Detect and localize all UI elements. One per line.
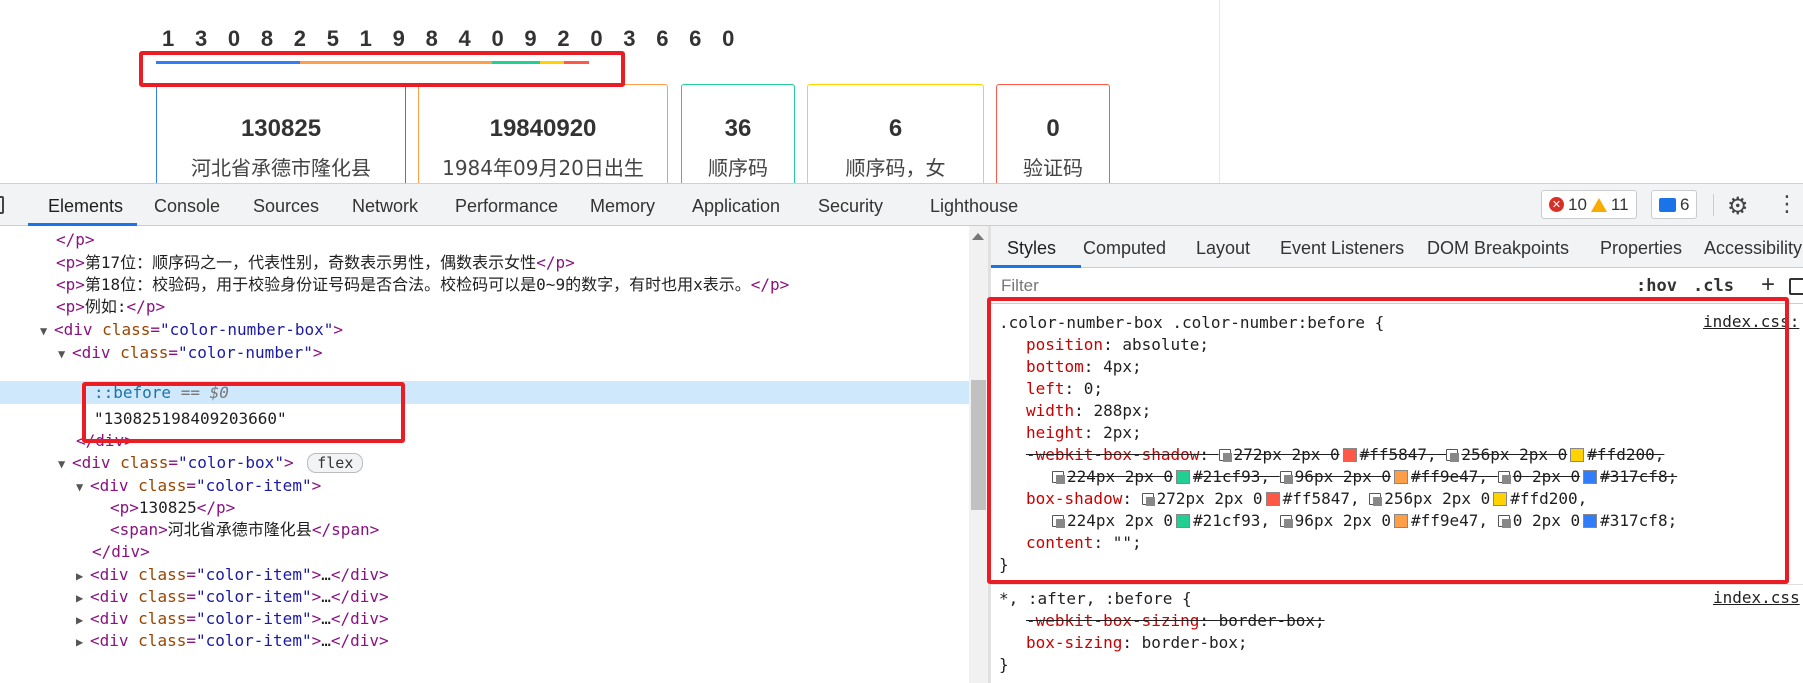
error-count: 10: [1568, 194, 1587, 214]
dom-node-color-item[interactable]: ▶ <div class="color-item">…</div>: [76, 586, 389, 608]
dom-node-color-number-box[interactable]: ▼ <div class="color-number-box">: [40, 319, 343, 341]
subtab-layout[interactable]: Layout: [1196, 238, 1250, 259]
dom-line[interactable]: <p>例如:</p>: [56, 296, 165, 318]
expand-triangle-icon[interactable]: ▶: [76, 631, 90, 653]
styles-subtabs: Styles Computed Layout Event Listeners D…: [991, 226, 1803, 268]
css-selector[interactable]: *, :after, :before {: [999, 588, 1192, 610]
dom-line[interactable]: <p>第17位：顺序码之一，代表性别，奇数表示男性，偶数表示女性</p>: [56, 252, 575, 274]
page-preview: 1 3 0 8 2 5 1 9 8 4 0 9 2 0 3 6 6 0 1308…: [0, 0, 1803, 194]
expand-triangle-icon[interactable]: ▶: [76, 565, 90, 587]
expand-triangle-icon[interactable]: ▼: [58, 453, 72, 475]
dom-node-p[interactable]: <p>130825</p>: [110, 497, 235, 519]
subtab-computed[interactable]: Computed: [1083, 238, 1166, 259]
tab-console[interactable]: Console: [154, 196, 220, 217]
subtab-accessibility[interactable]: Accessibility: [1704, 238, 1802, 259]
color-item-card: 19840920 1984年09月20日出生: [418, 84, 668, 194]
scroll-up-arrow-icon[interactable]: [972, 233, 984, 240]
id-number-digits: 1 3 0 8 2 5 1 9 8 4 0 9 2 0 3 6 6 0: [162, 26, 742, 51]
tab-security[interactable]: Security: [818, 196, 883, 217]
css-source-link[interactable]: index.css: [1713, 588, 1800, 607]
styles-filter-input[interactable]: [999, 273, 1599, 299]
dom-line[interactable]: </div>: [92, 541, 150, 563]
dom-node-span[interactable]: <span>河北省承德市隆化县</span>: [110, 519, 379, 541]
tab-memory[interactable]: Memory: [590, 196, 655, 217]
highlight-box-underline: [139, 51, 625, 87]
card-number: 19840920: [489, 115, 597, 142]
dom-line[interactable]: <p>第18位：校验码，用于校验身份证号码是否合法。校检码可以是0~9的数字，有…: [56, 274, 789, 296]
expand-triangle-icon[interactable]: ▼: [40, 320, 54, 342]
css-rule-close: }: [999, 655, 1009, 674]
dom-node-color-item[interactable]: ▼ <div class="color-item">: [76, 475, 321, 497]
expand-triangle-icon[interactable]: ▶: [76, 587, 90, 609]
message-icon: [1659, 197, 1676, 212]
dom-node-color-box[interactable]: ▼ <div class="color-box"> flex: [58, 452, 364, 475]
card-number: 0: [1046, 115, 1060, 142]
subtab-styles[interactable]: Styles: [1007, 238, 1056, 259]
warning-count: 11: [1610, 194, 1629, 214]
expand-triangle-icon[interactable]: ▼: [76, 476, 90, 498]
dock-side-icon[interactable]: [0, 196, 4, 214]
scrollbar-thumb[interactable]: [971, 380, 986, 510]
tab-sources[interactable]: Sources: [253, 196, 319, 217]
expand-triangle-icon[interactable]: ▼: [58, 343, 72, 365]
subtab-event-listeners[interactable]: Event Listeners: [1280, 238, 1404, 259]
dom-node-color-item[interactable]: ▶ <div class="color-item">…</div>: [76, 630, 389, 652]
card-number: 36: [724, 115, 752, 142]
expand-triangle-icon[interactable]: ▶: [76, 609, 90, 631]
dom-node-color-number[interactable]: ▼ <div class="color-number">: [58, 342, 322, 364]
css-declaration[interactable]: box-sizing: border-box;: [1026, 632, 1248, 654]
dom-line[interactable]: </p>: [56, 229, 95, 251]
error-icon: ✕: [1549, 197, 1564, 212]
message-count: 6: [1680, 194, 1690, 214]
tab-performance[interactable]: Performance: [455, 196, 558, 217]
subtab-properties[interactable]: Properties: [1600, 238, 1682, 259]
tab-network[interactable]: Network: [352, 196, 418, 217]
plus-icon[interactable]: +: [1761, 271, 1775, 299]
card-description: 顺序码: [708, 156, 768, 180]
page-divider: [1219, 0, 1220, 183]
dom-node-color-item[interactable]: ▶ <div class="color-item">…</div>: [76, 564, 389, 586]
color-item-card: 0 验证码: [996, 84, 1110, 194]
elements-panel: </p> <p>第17位：顺序码之一，代表性别，奇数表示男性，偶数表示女性</p…: [0, 226, 969, 683]
tab-lighthouse[interactable]: Lighthouse: [930, 196, 1018, 217]
tab-elements[interactable]: Elements: [48, 196, 123, 217]
card-description: 1984年09月20日出生: [442, 156, 644, 180]
flex-badge[interactable]: flex: [307, 453, 364, 473]
color-item-card: 6 顺序码，女: [807, 84, 984, 194]
devtools-tabbar: Elements Console Sources Network Perform…: [0, 183, 1803, 226]
issues-counter[interactable]: ✕ 10 11: [1541, 190, 1637, 219]
messages-counter[interactable]: 6: [1651, 190, 1698, 219]
gear-icon[interactable]: ⚙: [1727, 192, 1749, 221]
rule-separator: [991, 584, 1803, 585]
tab-application[interactable]: Application: [692, 196, 780, 217]
toggle-sidebar-icon[interactable]: [1789, 278, 1803, 295]
card-description: 验证码: [1023, 156, 1083, 180]
warning-icon: [1590, 197, 1607, 212]
dom-node-color-item[interactable]: ▶ <div class="color-item">…</div>: [76, 608, 389, 630]
card-description: 河北省承德市隆化县: [191, 156, 371, 180]
highlight-box-before-node: [82, 382, 405, 443]
card-description: 顺序码，女: [845, 156, 946, 180]
subtab-dom-breakpoints[interactable]: DOM Breakpoints: [1427, 238, 1569, 259]
hover-state-toggle[interactable]: :hov: [1636, 276, 1677, 296]
css-declaration-overridden[interactable]: -webkit-box-sizing: border-box;: [1026, 610, 1325, 632]
card-number: 130825: [240, 115, 322, 142]
color-item-card: 130825 河北省承德市隆化县: [156, 84, 406, 194]
color-item-card: 36 顺序码: [681, 84, 795, 194]
card-number: 6: [888, 115, 903, 142]
highlight-box-css-rule: [987, 297, 1789, 584]
class-toggle[interactable]: .cls: [1693, 276, 1734, 296]
toolbar-separator: [1713, 194, 1714, 216]
more-options-icon[interactable]: ⋮: [1776, 192, 1798, 216]
